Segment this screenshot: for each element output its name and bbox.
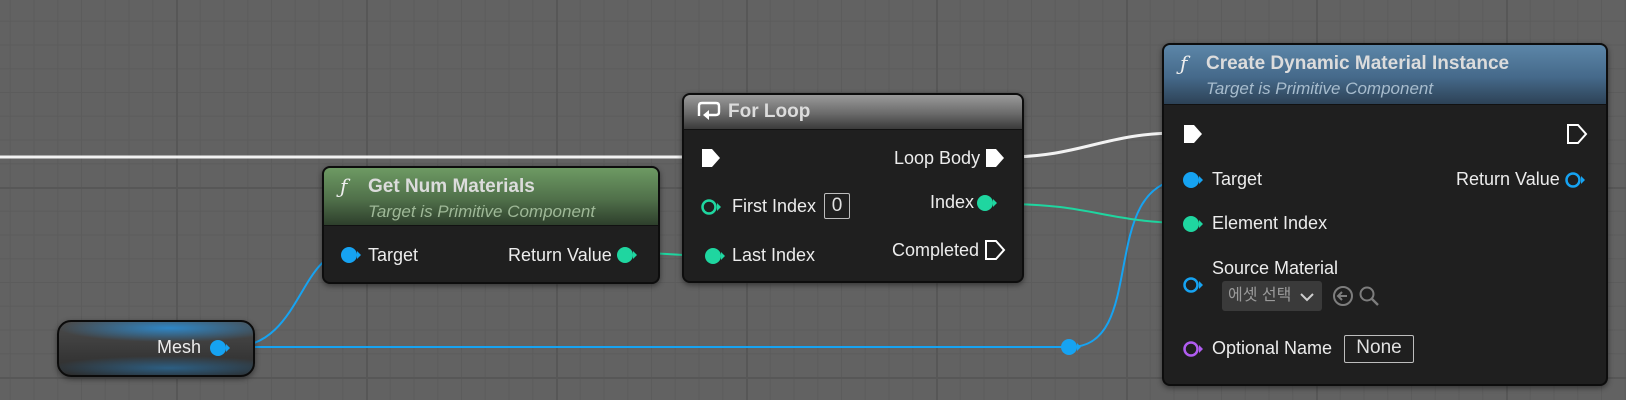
element-index-input-label: Element Index xyxy=(1212,213,1328,233)
mesh-variable-node[interactable]: Mesh xyxy=(57,320,255,377)
asset-picker-dropdown[interactable]: 에셋 선택 xyxy=(1222,281,1322,311)
for-loop-header: For Loop xyxy=(684,95,1022,130)
optional-name-input-label: Optional Name xyxy=(1212,338,1333,358)
exec-input-pin[interactable] xyxy=(700,147,722,169)
exec-output-pin[interactable] xyxy=(1566,123,1588,145)
completed-output-pin[interactable] xyxy=(984,239,1006,261)
reroute-node[interactable] xyxy=(1060,337,1082,357)
last-index-input-pin[interactable] xyxy=(704,246,726,266)
target-input-pin[interactable] xyxy=(1182,170,1204,190)
first-index-input-label: First Index xyxy=(732,196,817,216)
use-selected-asset-icon[interactable] xyxy=(1332,285,1354,307)
mesh-label: Mesh xyxy=(157,337,202,357)
source-material-input-pin[interactable] xyxy=(1182,275,1204,295)
for-loop-node[interactable]: For Loop Loop Body First Index 0 Index L… xyxy=(682,93,1024,283)
index-output-label: Index xyxy=(930,192,975,212)
return-value-output-label: Return Value xyxy=(508,245,612,265)
return-value-output-label: Return Value xyxy=(1456,169,1560,189)
create-dmi-title: Create Dynamic Material Instance xyxy=(1206,53,1510,74)
return-value-output-pin[interactable] xyxy=(616,245,638,265)
source-material-input-label: Source Material xyxy=(1212,258,1339,278)
create-dynamic-material-instance-node[interactable]: ƒ Create Dynamic Material Instance Targe… xyxy=(1162,43,1608,386)
element-index-input-pin[interactable] xyxy=(1182,214,1204,234)
completed-output-label: Completed xyxy=(892,240,980,260)
loop-body-output-pin[interactable] xyxy=(984,147,1006,169)
return-value-output-pin[interactable] xyxy=(1564,170,1586,190)
first-index-input-pin[interactable] xyxy=(700,197,722,217)
get-num-materials-node[interactable]: ƒ Get Num Materials Target is Primitive … xyxy=(322,166,660,284)
target-input-label: Target xyxy=(1212,169,1263,189)
get-num-materials-title: Get Num Materials xyxy=(368,176,535,197)
optional-name-value-field[interactable]: None xyxy=(1344,335,1414,363)
exec-input-pin[interactable] xyxy=(1182,123,1204,145)
create-dmi-header: ƒ Create Dynamic Material Instance Targe… xyxy=(1164,45,1606,105)
get-num-materials-header: ƒ Get Num Materials Target is Primitive … xyxy=(324,168,658,226)
function-icon: ƒ xyxy=(340,174,348,198)
asset-picker-placeholder: 에셋 선택 xyxy=(1228,287,1292,304)
function-icon: ƒ xyxy=(1180,51,1188,75)
last-index-input-label: Last Index xyxy=(732,245,816,265)
chevron-down-icon xyxy=(1300,293,1314,302)
exec-wire-loop-body xyxy=(1006,131,1179,159)
create-dmi-subtitle: Target is Primitive Component xyxy=(1206,79,1434,98)
for-loop-title: For Loop xyxy=(728,101,811,122)
mesh-output-pin[interactable] xyxy=(209,338,231,358)
loop-icon xyxy=(697,101,721,120)
first-index-value-field[interactable]: 0 xyxy=(824,193,850,219)
browse-asset-search-icon[interactable] xyxy=(1358,285,1380,307)
target-input-pin[interactable] xyxy=(340,245,362,265)
target-input-label: Target xyxy=(368,245,419,265)
int-wire-index-to-element-index xyxy=(1006,203,1189,224)
loop-body-output-label: Loop Body xyxy=(894,148,981,168)
optional-name-input-pin[interactable] xyxy=(1182,339,1204,359)
index-output-pin[interactable] xyxy=(976,193,998,213)
get-num-materials-subtitle: Target is Primitive Component xyxy=(368,202,596,221)
